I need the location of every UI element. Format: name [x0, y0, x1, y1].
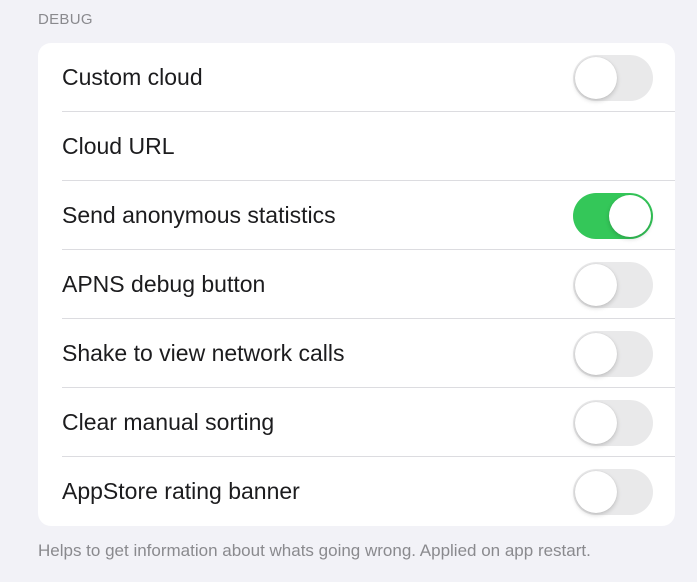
row-label: Custom cloud: [62, 64, 203, 90]
row-label: Send anonymous statistics: [62, 202, 336, 228]
row-label: Cloud URL: [62, 133, 175, 159]
row-shake-to-view-network-calls[interactable]: Shake to view network calls: [38, 319, 675, 388]
row-cloud-url[interactable]: Cloud URL: [38, 112, 675, 181]
toggle-knob: [575, 57, 617, 99]
row-label: Shake to view network calls: [62, 340, 345, 366]
apns-debug-button-toggle[interactable]: [573, 262, 653, 308]
row-appstore-rating-banner[interactable]: AppStore rating banner: [38, 457, 675, 526]
toggle-knob: [609, 195, 651, 237]
toggle-knob: [575, 333, 617, 375]
toggle-knob: [575, 471, 617, 513]
shake-to-view-network-calls-toggle[interactable]: [573, 331, 653, 377]
custom-cloud-toggle[interactable]: [573, 55, 653, 101]
debug-settings-group: Custom cloud Cloud URL Send anonymous st…: [38, 43, 675, 526]
row-label: APNS debug button: [62, 271, 266, 297]
row-apns-debug-button[interactable]: APNS debug button: [38, 250, 675, 319]
row-send-anonymous-statistics[interactable]: Send anonymous statistics: [38, 181, 675, 250]
section-header: DEBUG: [38, 11, 93, 28]
settings-page: DEBUG Custom cloud Cloud URL Send anonym…: [0, 0, 697, 582]
clear-manual-sorting-toggle[interactable]: [573, 400, 653, 446]
row-custom-cloud[interactable]: Custom cloud: [38, 43, 675, 112]
row-label: AppStore rating banner: [62, 478, 300, 504]
section-footer: Helps to get information about whats goi…: [38, 541, 591, 560]
appstore-rating-banner-toggle[interactable]: [573, 469, 653, 515]
row-label: Clear manual sorting: [62, 409, 275, 435]
toggle-knob: [575, 402, 617, 444]
row-clear-manual-sorting[interactable]: Clear manual sorting: [38, 388, 675, 457]
toggle-knob: [575, 264, 617, 306]
send-anonymous-statistics-toggle[interactable]: [573, 193, 653, 239]
